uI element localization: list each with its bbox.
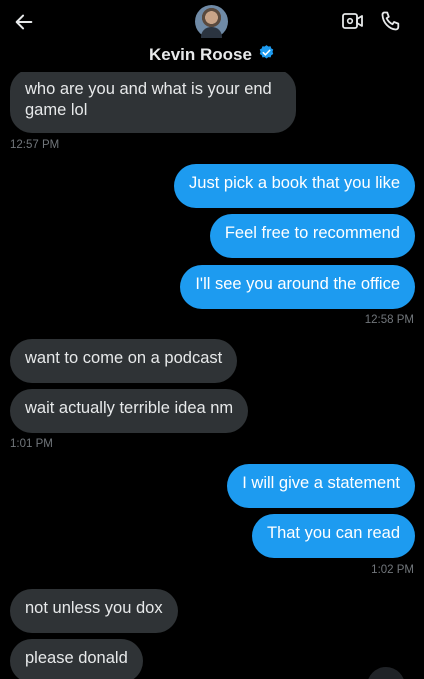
message-outgoing[interactable]: Feel free to recommend [209,214,415,258]
message-timestamp: 1:01 PM [10,438,53,450]
contact-name: Kevin Roose [149,45,252,64]
message-text: want to come on a podcast [25,349,223,367]
message-text: I'll see you around the office [195,275,400,293]
message-outgoing[interactable]: Just pick a book that you like [174,164,415,208]
message-outgoing[interactable]: I'll see you around the office [180,265,415,309]
message-text: Feel free to recommend [224,224,400,242]
contact-name-row[interactable]: Kevin Roose [0,44,424,66]
phone-call-icon[interactable] [379,9,403,33]
message-incoming[interactable]: want to come on a podcast [10,339,238,383]
message-timestamp: 1:02 PM [371,564,414,576]
message-text: I will give a statement [242,474,400,492]
conversation-header: Kevin Roose [0,0,424,72]
message-incoming[interactable]: wait actually terrible idea nm [10,389,249,433]
arrow-left-icon[interactable] [10,8,38,36]
avatar[interactable] [195,5,228,38]
scroll-to-bottom-button[interactable] [367,667,405,679]
message-outgoing[interactable]: I will give a statement [227,464,415,508]
message-text: please donald [25,649,128,667]
message-text-line: game lol [25,101,88,119]
message-incoming[interactable]: not unless you dox [10,589,178,633]
message-timestamp: 12:57 PM [10,139,60,151]
message-outgoing[interactable]: That you can read [252,514,415,558]
message-incoming[interactable]: who are you and what is your end game lo… [10,69,296,133]
message-text-line: who are you and what is your end [25,80,272,98]
video-call-icon[interactable] [341,10,365,32]
conversation-thread: who are you and what is your end game lo… [0,0,424,679]
message-timestamp: 12:58 PM [364,314,414,326]
message-text: wait actually terrible idea nm [25,399,234,417]
message-incoming[interactable]: please donald [10,639,143,679]
message-text: Just pick a book that you like [189,174,400,192]
verified-badge-icon [258,44,275,66]
message-text: not unless you dox [25,599,163,617]
message-text: That you can read [267,524,400,542]
